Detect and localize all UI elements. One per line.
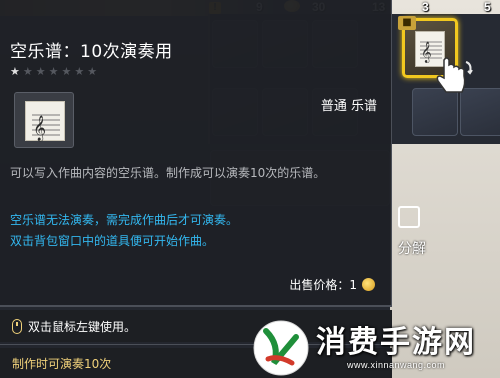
watermark-url: www.xinnanwang.com: [346, 360, 446, 370]
star-icon: ★: [61, 65, 72, 78]
watermark-text: 消费手游网 www.xinnanwang.com: [316, 325, 476, 371]
item-icon-frame: 𝄞: [14, 92, 74, 148]
divider: [0, 306, 392, 307]
item-notice: 双击背包窗口中的道具便可开始作曲。: [10, 234, 215, 248]
item-tooltip: 空乐谱：10次演奏用 ★ ★ ★ ★ ★ ★ ★ 𝄞 普通 乐谱 可以写入作曲内…: [0, 0, 392, 306]
item-star-rating: ★ ★ ★ ★ ★ ★ ★: [10, 66, 97, 77]
sell-price: 出售价格：1: [289, 276, 375, 293]
hand-cursor-icon: [434, 54, 474, 98]
star-icon: ★: [74, 65, 85, 78]
svg-text:𝄞: 𝄞: [33, 115, 46, 141]
music-sheet-icon: 𝄞: [25, 101, 65, 141]
star-icon: ★: [48, 65, 59, 78]
item-grade: 普通 乐谱: [320, 99, 377, 114]
lock-icon: ■: [398, 16, 416, 30]
star-icon: ★: [10, 65, 20, 78]
sell-price-text: 出售价格：1: [289, 278, 357, 292]
decompose-icon[interactable]: [398, 206, 420, 228]
watermark-title: 消费手游网: [316, 325, 476, 360]
slot-count: 3: [422, 0, 429, 14]
mouse-icon: [12, 318, 22, 334]
star-icon: ★: [87, 65, 98, 78]
site-logo: [252, 319, 310, 377]
site-watermark: 消费手游网 www.xinnanwang.com: [252, 318, 500, 378]
svg-text:𝄞: 𝄞: [421, 42, 432, 63]
decompose-button-label[interactable]: 分解: [398, 238, 426, 258]
coin-icon: [362, 278, 375, 291]
craft-note-text: 制作时可演奏10次: [12, 356, 112, 371]
usage-text: 双击鼠标左键使用。: [28, 319, 137, 334]
item-notice: 空乐谱无法演奏，需完成作曲后才可演奏。: [10, 213, 239, 227]
item-title: 空乐谱：10次演奏用: [10, 42, 173, 62]
star-icon: ★: [22, 65, 33, 78]
slot-count: 5: [484, 0, 491, 14]
star-icon: ★: [35, 65, 46, 78]
item-description: 可以写入作曲内容的空乐谱。制作成可以演奏10次的乐谱。: [10, 166, 326, 180]
